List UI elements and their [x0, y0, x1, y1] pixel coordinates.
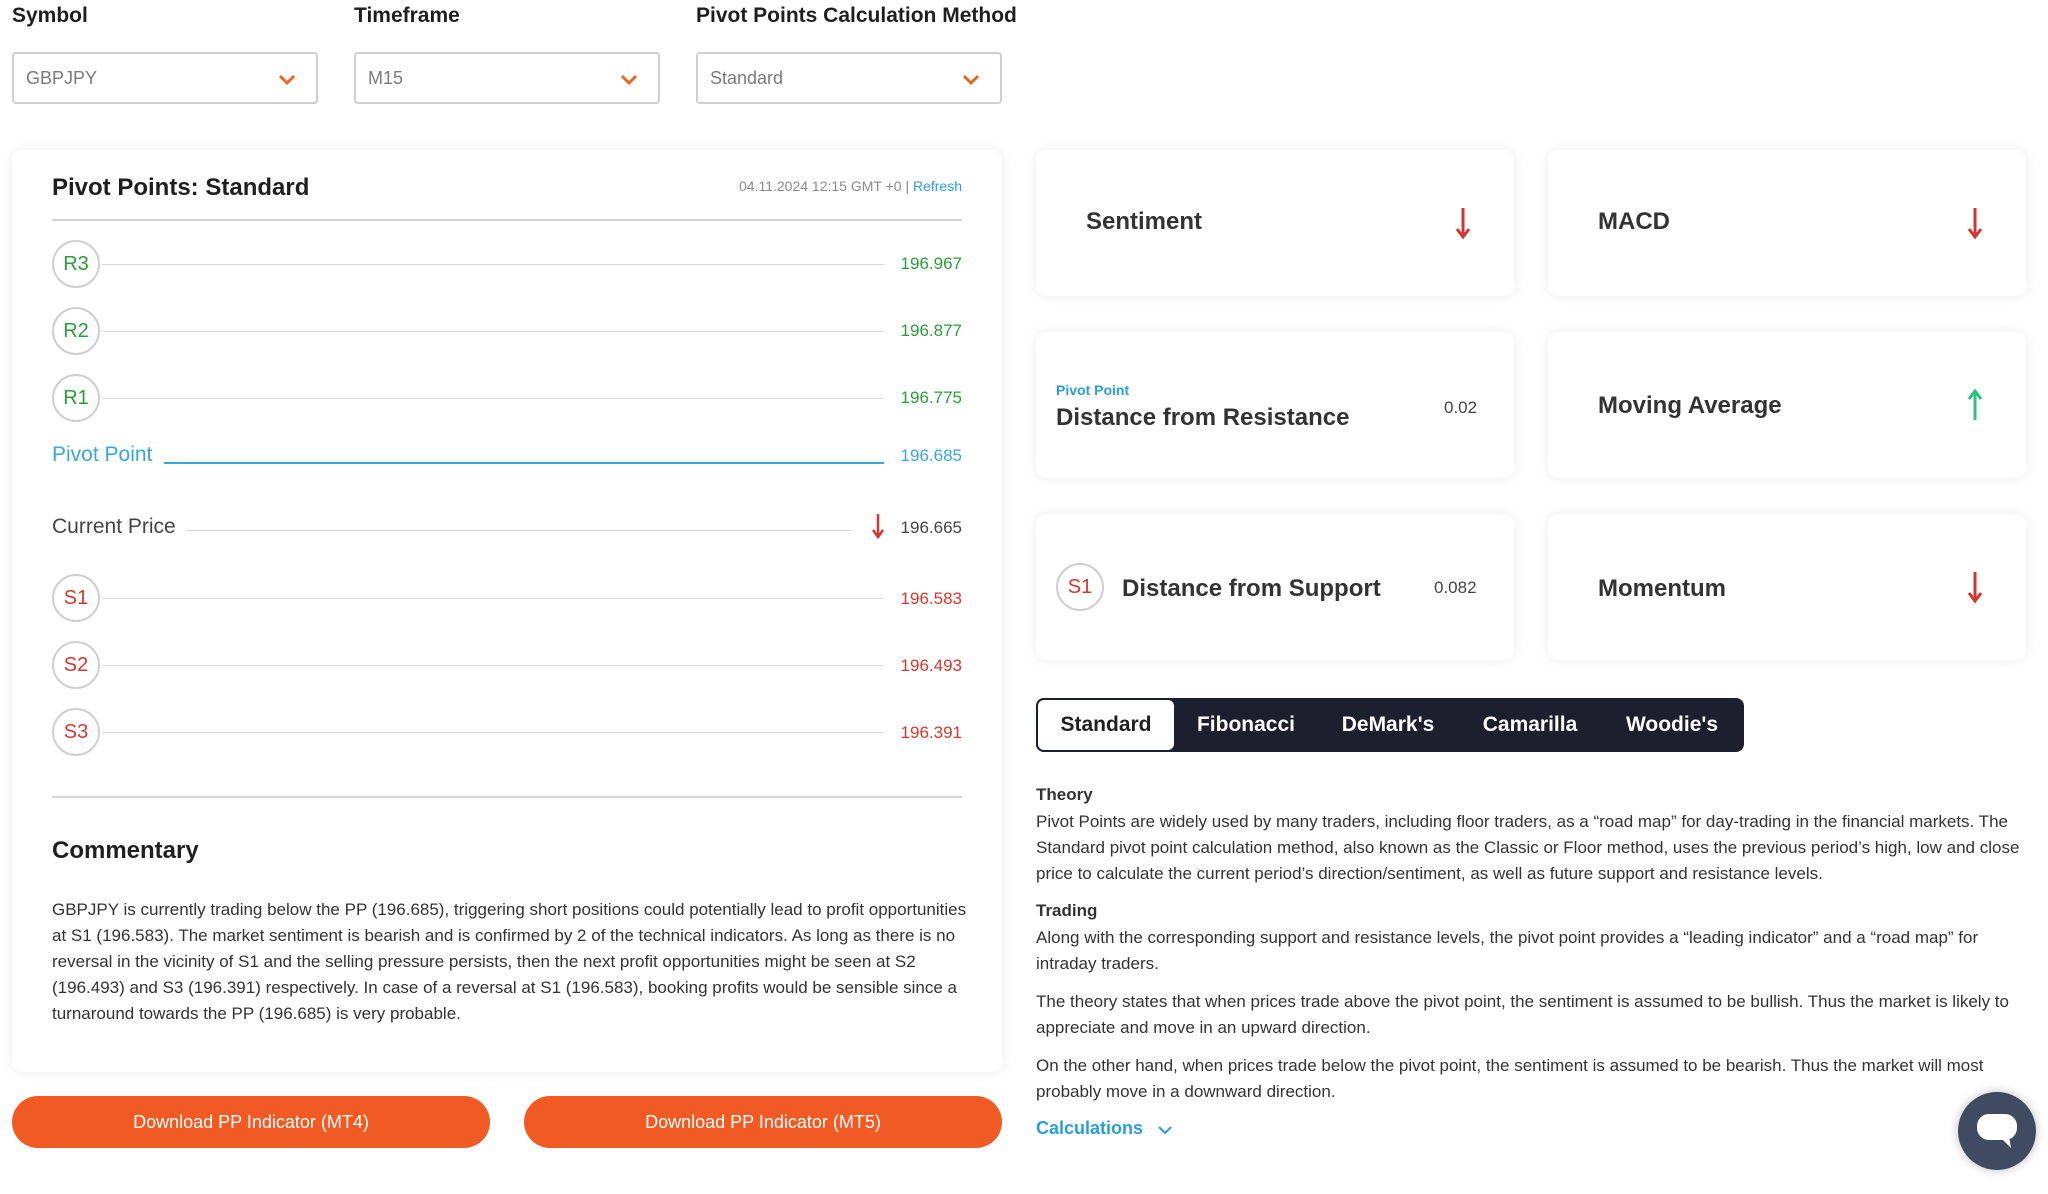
- level-badge-r2: R2: [52, 307, 100, 355]
- method-select-value: Standard: [710, 68, 784, 88]
- macd-card: MACD: [1548, 150, 2026, 296]
- pivot-timestamp: 04.11.2024 12:15 GMT +0: [739, 178, 902, 194]
- symbol-select[interactable]: GBPJPY: [12, 52, 318, 104]
- theory-heading: Theory: [1036, 785, 1093, 804]
- method-label: Pivot Points Calculation Method: [696, 4, 1017, 27]
- sentiment-title: Sentiment: [1086, 208, 1203, 235]
- level-line-s2: [102, 665, 884, 666]
- level-value-s1: 196.583: [900, 589, 962, 608]
- commentary-title: Commentary: [52, 837, 199, 864]
- momentum-title: Momentum: [1598, 575, 1726, 602]
- resistance-small-label: Pivot Point: [1056, 382, 1130, 398]
- resistance-card: Pivot Point Distance from Resistance 0.0…: [1036, 332, 1514, 478]
- level-line-current: [186, 530, 852, 531]
- level-line-r2: [102, 331, 884, 332]
- theory-text: Pivot Points are widely used by many tra…: [1036, 812, 2020, 883]
- calculations-toggle[interactable]: Calculations: [1036, 1118, 1173, 1139]
- download-mt4-button[interactable]: Download PP Indicator (MT4): [12, 1096, 490, 1148]
- timeframe-select[interactable]: M15: [354, 52, 660, 104]
- chevron-down-icon: [278, 74, 296, 86]
- level-value-r3: 196.967: [900, 254, 962, 273]
- level-badge-s3: S3: [52, 708, 100, 756]
- level-value-r1: 196.775: [900, 388, 962, 407]
- symbol-label: Symbol: [12, 4, 88, 27]
- support-card: S1 Distance from Support 0.082: [1036, 514, 1514, 660]
- arrow-down-icon: [1455, 208, 1471, 240]
- pivot-title: Pivot Points: Standard: [52, 174, 310, 201]
- commentary-text: GBPJPY is currently trading below the PP…: [52, 900, 967, 1023]
- arrow-up-icon: [1967, 388, 1983, 420]
- support-badge: S1: [1056, 563, 1104, 611]
- meta-separator: |: [905, 178, 910, 194]
- moving-average-card: Moving Average: [1548, 332, 2026, 478]
- momentum-card: Momentum: [1548, 514, 2026, 660]
- tab-standard[interactable]: Standard: [1036, 698, 1176, 752]
- level-badge-r1: R1: [52, 374, 100, 422]
- pivot-meta: 04.11.2024 12:15 GMT +0 | Refresh: [739, 178, 962, 194]
- moving-average-title: Moving Average: [1598, 392, 1782, 419]
- chevron-down-icon: [620, 74, 638, 86]
- level-value-pivot: 196.685: [900, 446, 962, 465]
- resistance-title: Distance from Resistance: [1056, 404, 1350, 431]
- level-line-r3: [102, 264, 884, 265]
- level-label-pivot: Pivot Point: [52, 443, 153, 466]
- level-line-s3: [102, 732, 884, 733]
- level-value-s3: 196.391: [900, 723, 962, 742]
- tab-woodies[interactable]: Woodie's: [1602, 698, 1742, 752]
- calculations-label: Calculations: [1036, 1118, 1144, 1138]
- refresh-link[interactable]: Refresh: [913, 178, 962, 194]
- tab-camarilla[interactable]: Camarilla: [1460, 698, 1600, 752]
- level-badge-s1: S1: [52, 574, 100, 622]
- download-mt5-button[interactable]: Download PP Indicator (MT5): [524, 1096, 1002, 1148]
- level-badge-s2: S2: [52, 641, 100, 689]
- level-value-r2: 196.877: [900, 321, 962, 340]
- pivot-header-divider: [52, 219, 962, 221]
- pivot-footer-divider: [52, 796, 962, 798]
- trading-text-2: The theory states that when prices trade…: [1036, 992, 2009, 1037]
- chevron-down-icon: [962, 74, 980, 86]
- support-value: 0.082: [1434, 578, 1477, 597]
- timeframe-label: Timeframe: [354, 4, 460, 27]
- trading-text-1: Along with the corresponding support and…: [1036, 928, 1979, 973]
- level-value-s2: 196.493: [900, 656, 962, 675]
- level-line-s1: [102, 598, 884, 599]
- chat-bubble-icon: [1977, 1114, 2017, 1148]
- method-select[interactable]: Standard: [696, 52, 1002, 104]
- tab-fibonacci[interactable]: Fibonacci: [1176, 698, 1316, 752]
- trading-heading: Trading: [1036, 901, 1098, 920]
- level-label-current: Current Price: [52, 515, 176, 538]
- support-title: Distance from Support: [1122, 575, 1381, 602]
- symbol-select-value: GBPJPY: [26, 68, 98, 88]
- level-line-r1: [102, 398, 884, 399]
- tab-demarks[interactable]: DeMark's: [1318, 698, 1458, 752]
- sentiment-card: Sentiment: [1036, 150, 1514, 296]
- level-line-pivot: [164, 462, 884, 464]
- method-tabs: Standard Fibonacci DeMark's Camarilla Wo…: [1036, 698, 1744, 752]
- resistance-value: 0.02: [1444, 398, 1478, 417]
- chat-button[interactable]: [1958, 1092, 2036, 1170]
- trading-text-3: On the other hand, when prices trade bel…: [1036, 1056, 1984, 1101]
- chevron-down-icon: [1158, 1126, 1173, 1135]
- macd-title: MACD: [1598, 208, 1670, 235]
- timeframe-select-value: M15: [368, 68, 404, 88]
- level-value-current: 196.665: [900, 518, 962, 537]
- arrow-down-icon: [1967, 208, 1983, 240]
- level-badge-r3: R3: [52, 240, 100, 288]
- arrow-down-icon: [1967, 572, 1983, 604]
